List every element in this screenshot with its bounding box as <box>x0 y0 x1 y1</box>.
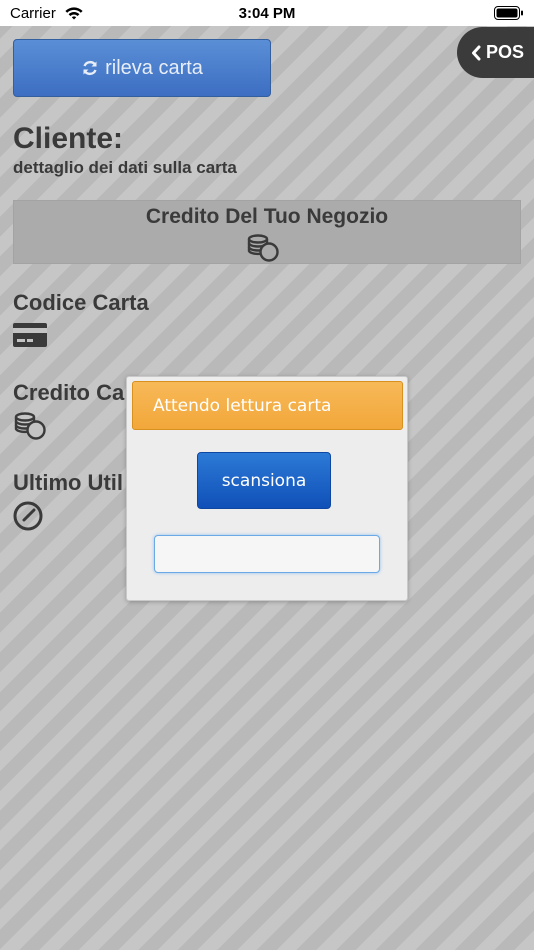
battery-icon <box>494 6 523 20</box>
clock-time: 3:04 PM <box>238 5 296 22</box>
coins-icon <box>14 412 46 440</box>
codice-carta-label: Codice Carta <box>13 290 149 315</box>
pos-label: POS <box>486 42 525 62</box>
credito-carta-label: Credito Ca <box>13 380 125 405</box>
store-credit-label: Credito Del Tuo Negozio <box>145 205 389 228</box>
store-credit-box: Credito Del Tuo Negozio <box>13 200 521 264</box>
dialog-title: Attendo lettura carta <box>132 381 403 430</box>
coins-icon <box>247 234 279 262</box>
page-title: Cliente: <box>13 122 124 155</box>
credit-card-icon <box>13 323 47 347</box>
ultimo-utilizzo-label: Ultimo Util <box>13 470 123 495</box>
rileva-carta-button[interactable]: rileva carta <box>13 39 271 97</box>
chevron-left-icon <box>472 45 481 60</box>
page-subtitle: dettaglio dei dati sulla carta <box>13 158 237 177</box>
refresh-icon <box>83 60 97 76</box>
card-reading-dialog: Attendo lettura carta scansiona <box>126 376 408 601</box>
status-bar: Carrier 3:04 PM <box>0 0 534 26</box>
pos-back-button[interactable]: POS <box>457 27 534 78</box>
rileva-carta-label: rileva carta <box>105 56 203 79</box>
clock-icon <box>13 501 43 531</box>
scansiona-button[interactable]: scansiona <box>197 452 331 509</box>
card-code-input[interactable] <box>154 535 380 573</box>
